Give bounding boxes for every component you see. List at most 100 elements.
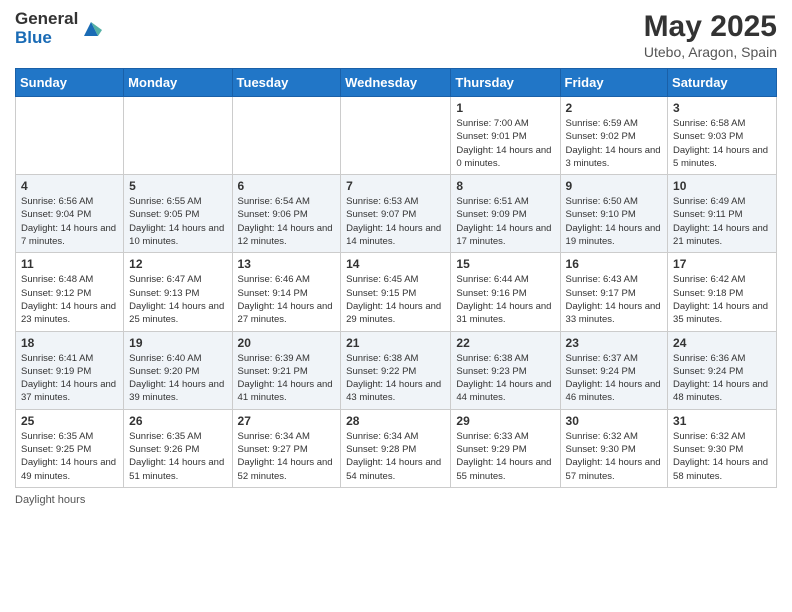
day-number: 16 bbox=[566, 257, 663, 271]
calendar-cell: 25Sunrise: 6:35 AM Sunset: 9:25 PM Dayli… bbox=[16, 409, 124, 487]
footer-note: Daylight hours bbox=[15, 494, 777, 506]
subtitle: Utebo, Aragon, Spain bbox=[644, 44, 777, 60]
day-info: Sunrise: 6:53 AM Sunset: 9:07 PM Dayligh… bbox=[346, 195, 445, 248]
day-number: 9 bbox=[566, 179, 663, 193]
day-number: 31 bbox=[673, 414, 771, 428]
day-info: Sunrise: 6:55 AM Sunset: 9:05 PM Dayligh… bbox=[129, 195, 226, 248]
calendar-cell: 22 Sunrise: 6:38 AM Sunset: 9:23 PM Dayli… bbox=[451, 331, 560, 409]
logo: General Blue bbox=[15, 10, 102, 47]
day-number: 13 bbox=[238, 257, 336, 271]
day-number: 10 bbox=[673, 179, 771, 193]
day-number: 3 bbox=[673, 101, 771, 115]
title-block: May 2025 Utebo, Aragon, Spain bbox=[644, 10, 777, 60]
calendar-week-row-5: 25Sunrise: 6:35 AM Sunset: 9:25 PM Dayli… bbox=[16, 409, 777, 487]
col-thursday: Thursday bbox=[451, 69, 560, 97]
day-number: 4 bbox=[21, 179, 118, 193]
day-number: 5 bbox=[129, 179, 226, 193]
calendar-cell: 9 Sunrise: 6:50 AM Sunset: 9:10 PM Daylig… bbox=[560, 175, 668, 253]
calendar-cell: 18Sunrise: 6:41 AM Sunset: 9:19 PM Dayli… bbox=[16, 331, 124, 409]
logo-general: General bbox=[15, 10, 78, 29]
calendar-cell: 20 Sunrise: 6:39 AM Sunset: 9:21 PM Dayli… bbox=[232, 331, 341, 409]
day-info: Sunrise: 6:39 AM Sunset: 9:21 PM Dayligh… bbox=[238, 352, 336, 405]
calendar-cell bbox=[232, 97, 341, 175]
day-number: 26 bbox=[129, 414, 226, 428]
calendar-cell: 11 Sunrise: 6:48 AM Sunset: 9:12 PM Dayli… bbox=[16, 253, 124, 331]
calendar-cell: 29Sunrise: 6:33 AM Sunset: 9:29 PM Dayli… bbox=[451, 409, 560, 487]
day-number: 24 bbox=[673, 336, 771, 350]
day-info: Sunrise: 6:58 AM Sunset: 9:03 PM Dayligh… bbox=[673, 117, 771, 170]
calendar-week-row-3: 11 Sunrise: 6:48 AM Sunset: 9:12 PM Dayli… bbox=[16, 253, 777, 331]
day-number: 30 bbox=[566, 414, 663, 428]
calendar-week-row-4: 18Sunrise: 6:41 AM Sunset: 9:19 PM Dayli… bbox=[16, 331, 777, 409]
day-number: 12 bbox=[129, 257, 226, 271]
calendar-week-row-1: 1 Sunrise: 7:00 AM Sunset: 9:01 PM Daylig… bbox=[16, 97, 777, 175]
day-info: Sunrise: 6:54 AM Sunset: 9:06 PM Dayligh… bbox=[238, 195, 336, 248]
day-number: 1 bbox=[456, 101, 554, 115]
calendar-cell: 2 Sunrise: 6:59 AM Sunset: 9:02 PM Daylig… bbox=[560, 97, 668, 175]
day-info: Sunrise: 6:38 AM Sunset: 9:22 PM Dayligh… bbox=[346, 352, 445, 405]
day-info: Sunrise: 6:59 AM Sunset: 9:02 PM Dayligh… bbox=[566, 117, 663, 170]
day-info: Sunrise: 6:36 AM Sunset: 9:24 PM Dayligh… bbox=[673, 352, 771, 405]
day-info: Sunrise: 6:44 AM Sunset: 9:16 PM Dayligh… bbox=[456, 273, 554, 326]
day-info: Sunrise: 7:00 AM Sunset: 9:01 PM Dayligh… bbox=[456, 117, 554, 170]
day-info: Sunrise: 6:43 AM Sunset: 9:17 PM Dayligh… bbox=[566, 273, 663, 326]
day-number: 7 bbox=[346, 179, 445, 193]
col-saturday: Saturday bbox=[668, 69, 777, 97]
calendar-cell bbox=[16, 97, 124, 175]
header: General Blue May 2025 Utebo, Aragon, Spa… bbox=[15, 10, 777, 60]
calendar-cell: 4 Sunrise: 6:56 AM Sunset: 9:04 PM Daylig… bbox=[16, 175, 124, 253]
col-tuesday: Tuesday bbox=[232, 69, 341, 97]
col-sunday: Sunday bbox=[16, 69, 124, 97]
day-number: 27 bbox=[238, 414, 336, 428]
calendar-cell: 13 Sunrise: 6:46 AM Sunset: 9:14 PM Dayli… bbox=[232, 253, 341, 331]
day-number: 23 bbox=[566, 336, 663, 350]
main-title: May 2025 bbox=[644, 10, 777, 44]
day-number: 17 bbox=[673, 257, 771, 271]
calendar-cell: 17 Sunrise: 6:42 AM Sunset: 9:18 PM Dayli… bbox=[668, 253, 777, 331]
day-info: Sunrise: 6:45 AM Sunset: 9:15 PM Dayligh… bbox=[346, 273, 445, 326]
day-info: Sunrise: 6:49 AM Sunset: 9:11 PM Dayligh… bbox=[673, 195, 771, 248]
day-number: 22 bbox=[456, 336, 554, 350]
day-info: Sunrise: 6:47 AM Sunset: 9:13 PM Dayligh… bbox=[129, 273, 226, 326]
calendar-header-row: Sunday Monday Tuesday Wednesday Thursday… bbox=[16, 69, 777, 97]
day-info: Sunrise: 6:34 AM Sunset: 9:28 PM Dayligh… bbox=[346, 430, 445, 483]
day-info: Sunrise: 6:32 AM Sunset: 9:30 PM Dayligh… bbox=[673, 430, 771, 483]
calendar-cell: 7 Sunrise: 6:53 AM Sunset: 9:07 PM Daylig… bbox=[341, 175, 451, 253]
calendar-cell: 30 Sunrise: 6:32 AM Sunset: 9:30 PM Dayli… bbox=[560, 409, 668, 487]
calendar-cell: 24 Sunrise: 6:36 AM Sunset: 9:24 PM Dayli… bbox=[668, 331, 777, 409]
day-number: 28 bbox=[346, 414, 445, 428]
day-info: Sunrise: 6:38 AM Sunset: 9:23 PM Dayligh… bbox=[456, 352, 554, 405]
calendar-table: Sunday Monday Tuesday Wednesday Thursday… bbox=[15, 68, 777, 488]
logo-icon bbox=[80, 18, 102, 40]
day-info: Sunrise: 6:35 AM Sunset: 9:26 PM Dayligh… bbox=[129, 430, 226, 483]
calendar-cell: 23 Sunrise: 6:37 AM Sunset: 9:24 PM Dayli… bbox=[560, 331, 668, 409]
calendar-cell: 14 Sunrise: 6:45 AM Sunset: 9:15 PM Dayli… bbox=[341, 253, 451, 331]
day-info: Sunrise: 6:48 AM Sunset: 9:12 PM Dayligh… bbox=[21, 273, 118, 326]
calendar-cell: 12 Sunrise: 6:47 AM Sunset: 9:13 PM Dayli… bbox=[124, 253, 232, 331]
col-wednesday: Wednesday bbox=[341, 69, 451, 97]
col-monday: Monday bbox=[124, 69, 232, 97]
day-number: 29 bbox=[456, 414, 554, 428]
day-number: 19 bbox=[129, 336, 226, 350]
calendar-cell: 19Sunrise: 6:40 AM Sunset: 9:20 PM Dayli… bbox=[124, 331, 232, 409]
day-info: Sunrise: 6:37 AM Sunset: 9:24 PM Dayligh… bbox=[566, 352, 663, 405]
calendar-cell: 3 Sunrise: 6:58 AM Sunset: 9:03 PM Daylig… bbox=[668, 97, 777, 175]
day-info: Sunrise: 6:41 AM Sunset: 9:19 PM Dayligh… bbox=[21, 352, 118, 405]
day-info: Sunrise: 6:32 AM Sunset: 9:30 PM Dayligh… bbox=[566, 430, 663, 483]
page: General Blue May 2025 Utebo, Aragon, Spa… bbox=[0, 0, 792, 612]
day-info: Sunrise: 6:42 AM Sunset: 9:18 PM Dayligh… bbox=[673, 273, 771, 326]
day-number: 20 bbox=[238, 336, 336, 350]
day-info: Sunrise: 6:50 AM Sunset: 9:10 PM Dayligh… bbox=[566, 195, 663, 248]
calendar-cell: 28 Sunrise: 6:34 AM Sunset: 9:28 PM Dayli… bbox=[341, 409, 451, 487]
day-info: Sunrise: 6:51 AM Sunset: 9:09 PM Dayligh… bbox=[456, 195, 554, 248]
day-number: 2 bbox=[566, 101, 663, 115]
calendar-cell: 6Sunrise: 6:54 AM Sunset: 9:06 PM Daylig… bbox=[232, 175, 341, 253]
day-number: 14 bbox=[346, 257, 445, 271]
day-info: Sunrise: 6:56 AM Sunset: 9:04 PM Dayligh… bbox=[21, 195, 118, 248]
logo-blue: Blue bbox=[15, 29, 78, 48]
day-number: 11 bbox=[21, 257, 118, 271]
day-info: Sunrise: 6:35 AM Sunset: 9:25 PM Dayligh… bbox=[21, 430, 118, 483]
calendar-cell: 1 Sunrise: 7:00 AM Sunset: 9:01 PM Daylig… bbox=[451, 97, 560, 175]
day-info: Sunrise: 6:46 AM Sunset: 9:14 PM Dayligh… bbox=[238, 273, 336, 326]
day-number: 21 bbox=[346, 336, 445, 350]
